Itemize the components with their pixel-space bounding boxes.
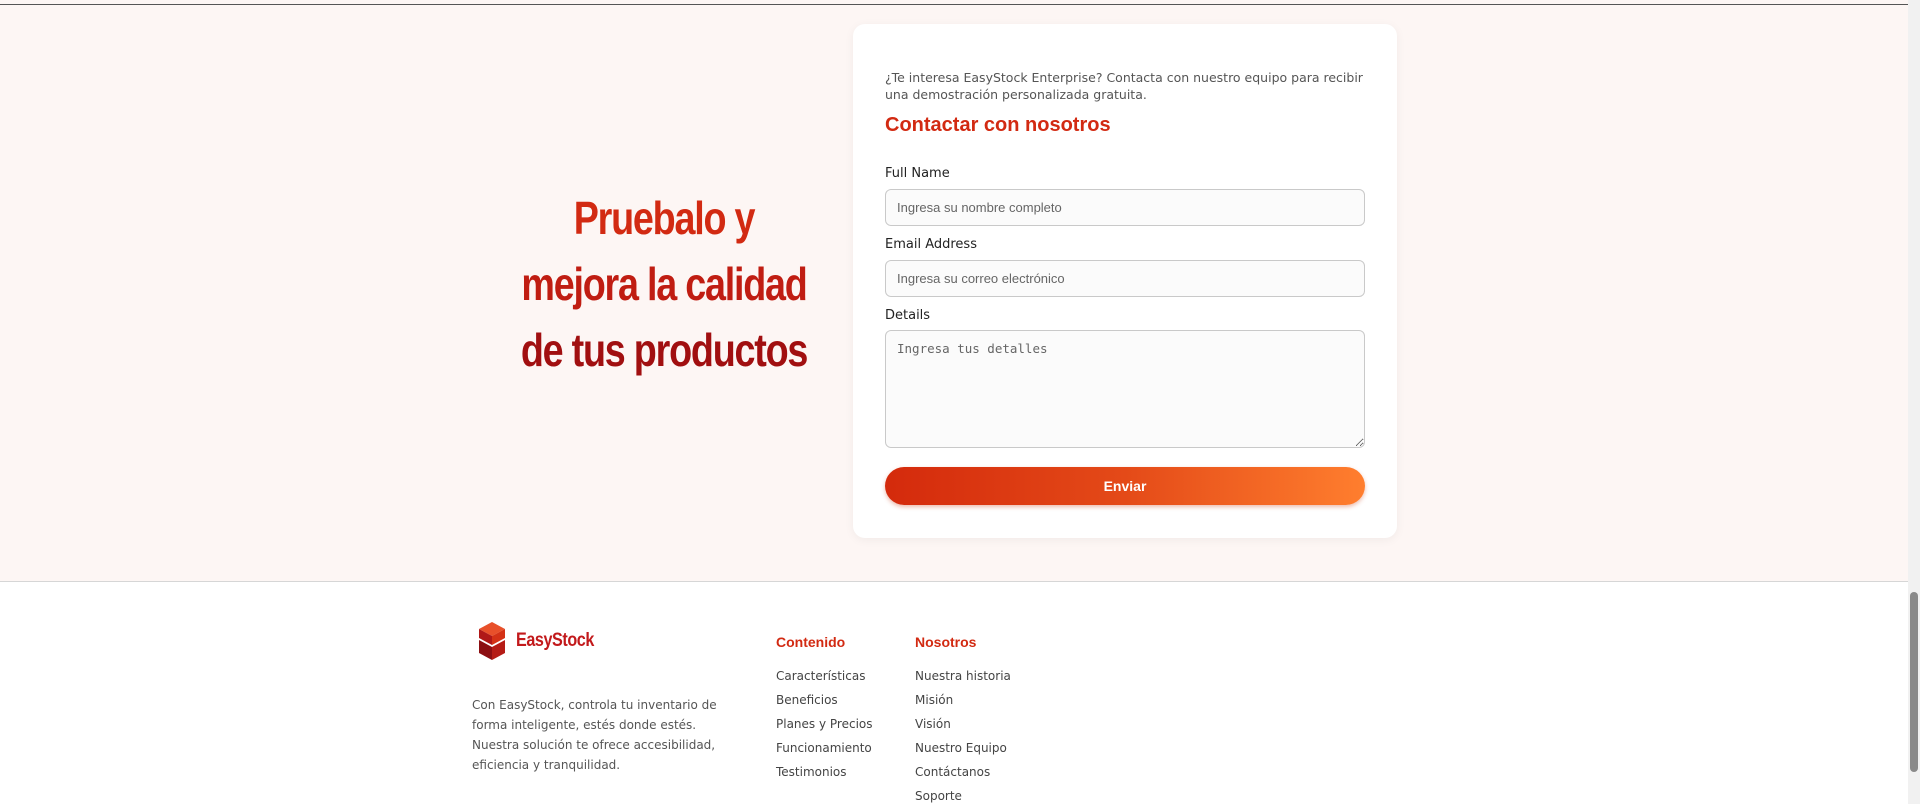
hero-heading-line-1: Pruebalo y xyxy=(573,192,756,244)
footer-column-title: Contenido xyxy=(776,634,846,650)
footer: EasyStock Con EasyStock, controla tu inv… xyxy=(0,582,1908,804)
footer-link-mision[interactable]: Misión xyxy=(915,688,1011,712)
footer-link-planes-precios[interactable]: Planes y Precios xyxy=(776,712,873,736)
email-label: Email Address xyxy=(885,237,977,252)
page-scrollbar[interactable] xyxy=(1908,0,1920,804)
details-textarea[interactable] xyxy=(885,330,1365,448)
contact-form-title: Contactar con nosotros xyxy=(885,114,1111,136)
hero-heading-line-3: de tus productos xyxy=(520,324,809,376)
contact-intro-text: ¿Te interesa EasyStock Enterprise? Conta… xyxy=(885,70,1363,102)
footer-link-testimonios[interactable]: Testimonios xyxy=(776,760,873,784)
contact-section: Pruebalo y mejora la calidad de tus prod… xyxy=(0,5,1908,581)
footer-description: Con EasyStock, controla tu inventario de… xyxy=(472,698,717,772)
footer-link-beneficios[interactable]: Beneficios xyxy=(776,688,873,712)
footer-link-caracteristicas[interactable]: Características xyxy=(776,664,873,688)
scrollbar-thumb[interactable] xyxy=(1910,592,1918,772)
footer-logo[interactable]: EasyStock xyxy=(476,620,608,662)
footer-column-nosotros: Nosotros Nuestra historia Misión Visión … xyxy=(915,634,1011,804)
footer-link-funcionamiento[interactable]: Funcionamiento xyxy=(776,736,873,760)
hero-heading: Pruebalo y mejora la calidad de tus prod… xyxy=(513,185,815,383)
footer-link-contactanos[interactable]: Contáctanos xyxy=(915,760,1011,784)
email-input[interactable] xyxy=(885,260,1365,297)
footer-link-vision[interactable]: Visión xyxy=(915,712,1011,736)
footer-brand-name: EasyStock xyxy=(516,630,594,651)
full-name-input[interactable] xyxy=(885,189,1365,226)
footer-column-contenido: Contenido Características Beneficios Pla… xyxy=(776,634,873,784)
hero-heading-line-2: mejora la calidad xyxy=(521,258,807,310)
footer-link-nuestra-historia[interactable]: Nuestra historia xyxy=(915,664,1011,688)
contact-form-card: ¿Te interesa EasyStock Enterprise? Conta… xyxy=(853,24,1397,538)
footer-link-nuestro-equipo[interactable]: Nuestro Equipo xyxy=(915,736,1011,760)
footer-link-soporte[interactable]: Soporte xyxy=(915,784,1011,804)
details-label: Details xyxy=(885,308,931,323)
full-name-label: Full Name xyxy=(885,166,950,181)
submit-button[interactable]: Enviar xyxy=(885,467,1365,505)
cube-stack-icon xyxy=(479,622,505,660)
footer-column-title: Nosotros xyxy=(915,634,977,650)
